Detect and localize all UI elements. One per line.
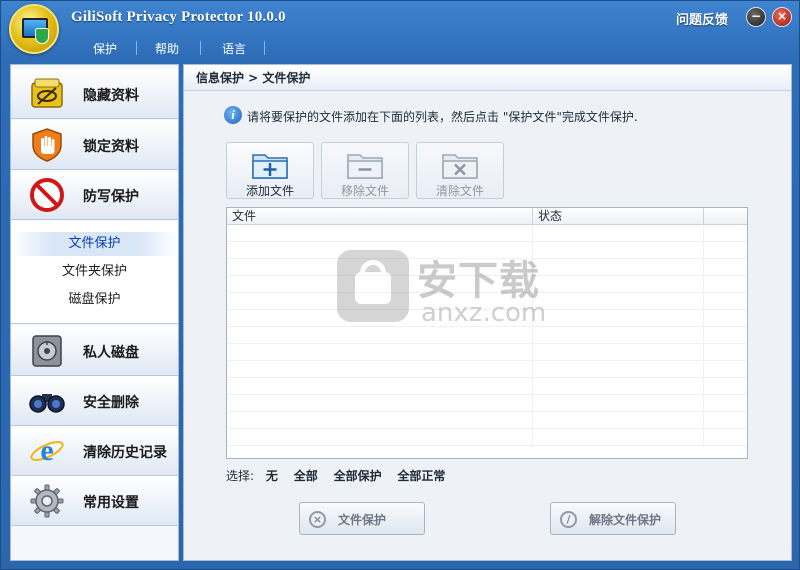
add-file-label: 添加文件 — [245, 184, 294, 198]
sidebar-item-label: 锁定资料 — [83, 139, 139, 155]
info-icon: i — [224, 106, 242, 124]
table-header: 文件 状态 — [227, 208, 747, 225]
select-none-link[interactable]: 无 — [266, 469, 278, 483]
table-row — [227, 361, 747, 378]
menu-bar: 保护 帮助 语言 — [1, 35, 800, 59]
table-row — [227, 429, 747, 446]
menu-language[interactable]: 语言 — [216, 38, 252, 59]
clear-files-label: 清除文件 — [435, 184, 484, 198]
protect-file-button[interactable]: × 文件保护 — [299, 502, 425, 535]
sidebar-item-lock-data[interactable]: 锁定资料 — [11, 120, 178, 170]
breadcrumb: 信息保护 > 文件保护 — [184, 65, 791, 91]
select-all-normal-link[interactable]: 全部正常 — [397, 469, 445, 483]
table-row — [227, 395, 747, 412]
binoculars-icon — [29, 394, 65, 413]
protect-file-label: 文件保护 — [338, 513, 387, 527]
menu-protect[interactable]: 保护 — [87, 38, 123, 59]
hide-data-icon — [31, 78, 63, 108]
sidebar-item-label: 常用设置 — [83, 495, 139, 511]
svg-text:e: e — [40, 434, 53, 467]
table-row — [227, 378, 747, 395]
menu-separator — [200, 41, 201, 55]
menu-separator — [136, 41, 137, 55]
watermark-url: anxz.com — [421, 298, 547, 328]
protect-x-icon: × — [309, 511, 326, 528]
sidebar-item-label: 防写保护 — [83, 189, 139, 205]
submenu-folder-protect[interactable]: 文件夹保护 — [11, 260, 178, 284]
no-entry-icon — [30, 178, 64, 212]
submenu-disk-protect[interactable]: 磁盘保护 — [11, 288, 178, 312]
sidebar-item-private-disk[interactable]: 私人磁盘 — [11, 326, 178, 376]
select-all-link[interactable]: 全部 — [294, 469, 318, 483]
sidebar-item-settings[interactable]: 常用设置 — [11, 476, 178, 526]
sidebar-item-clear-history[interactable]: e 清除历史记录 — [11, 426, 178, 476]
sidebar-item-label: 隐藏资料 — [83, 88, 139, 104]
add-file-button[interactable]: 添加文件 — [226, 142, 314, 199]
main-panel: 信息保护 > 文件保护 i 请将要保护的文件添加在下面的列表，然后点击 "保护文… — [183, 64, 792, 561]
select-row: 选择: 无 全部 全部保护 全部正常 — [226, 467, 457, 484]
menu-help[interactable]: 帮助 — [149, 38, 185, 59]
lock-hand-icon — [32, 128, 62, 162]
remove-file-button[interactable]: 移除文件 — [321, 142, 409, 199]
sidebar-item-label: 安全删除 — [83, 395, 139, 411]
minimize-button[interactable]: − — [746, 7, 766, 27]
unprotect-file-button[interactable]: / 解除文件保护 — [550, 502, 676, 535]
app-logo-icon — [9, 4, 59, 54]
select-all-protected-link[interactable]: 全部保护 — [334, 469, 382, 483]
submenu-file-protect[interactable]: 文件保护 — [11, 232, 178, 256]
unprotect-file-label: 解除文件保护 — [589, 513, 662, 527]
sidebar-item-label: 清除历史记录 — [83, 445, 167, 461]
sidebar-item-secure-delete[interactable]: 安全删除 — [11, 376, 178, 426]
folder-add-icon — [252, 154, 288, 179]
table-row — [227, 412, 747, 429]
app-window: GiliSoft Privacy Protector 10.0.0 问题反馈 −… — [0, 0, 800, 570]
select-label: 选择: — [226, 469, 255, 483]
column-header-status[interactable]: 状态 — [533, 208, 704, 225]
menu-separator — [264, 41, 265, 55]
sidebar: 隐藏资料 锁定资料 防写保护 文件保护 文件夹保护 磁盘保护 私人磁盘 安全删除… — [10, 64, 179, 561]
folder-remove-icon — [347, 154, 383, 179]
clear-files-button[interactable]: 清除文件 — [416, 142, 504, 199]
unprotect-slash-icon: / — [560, 511, 577, 528]
sidebar-item-write-protect[interactable]: 防写保护 — [11, 170, 178, 220]
submenu-list: 文件保护 文件夹保护 磁盘保护 — [11, 220, 178, 324]
table-row — [227, 225, 747, 242]
folder-clear-icon — [442, 154, 478, 179]
column-header-blank — [704, 208, 747, 225]
column-header-file[interactable]: 文件 — [227, 208, 533, 225]
remove-file-label: 移除文件 — [340, 184, 389, 198]
info-message: 请将要保护的文件添加在下面的列表，然后点击 "保护文件"完成文件保护. — [247, 110, 638, 124]
browser-e-icon: e — [30, 434, 64, 467]
gear-icon — [30, 484, 64, 518]
sidebar-item-hide-data[interactable]: 隐藏资料 — [11, 69, 178, 119]
file-table[interactable]: 文件 状态 安下载 anxz.com — [226, 207, 748, 459]
table-row — [227, 344, 747, 361]
title-bar: GiliSoft Privacy Protector 10.0.0 问题反馈 −… — [1, 1, 800, 54]
watermark-lock-icon — [337, 250, 409, 322]
close-button[interactable]: × — [772, 7, 792, 27]
safe-disk-icon — [32, 335, 62, 367]
window-title: GiliSoft Privacy Protector 10.0.0 — [71, 9, 286, 25]
sidebar-item-label: 私人磁盘 — [83, 345, 139, 361]
feedback-link[interactable]: 问题反馈 — [676, 9, 728, 28]
watermark: 安下载 anxz.com — [337, 244, 557, 334]
